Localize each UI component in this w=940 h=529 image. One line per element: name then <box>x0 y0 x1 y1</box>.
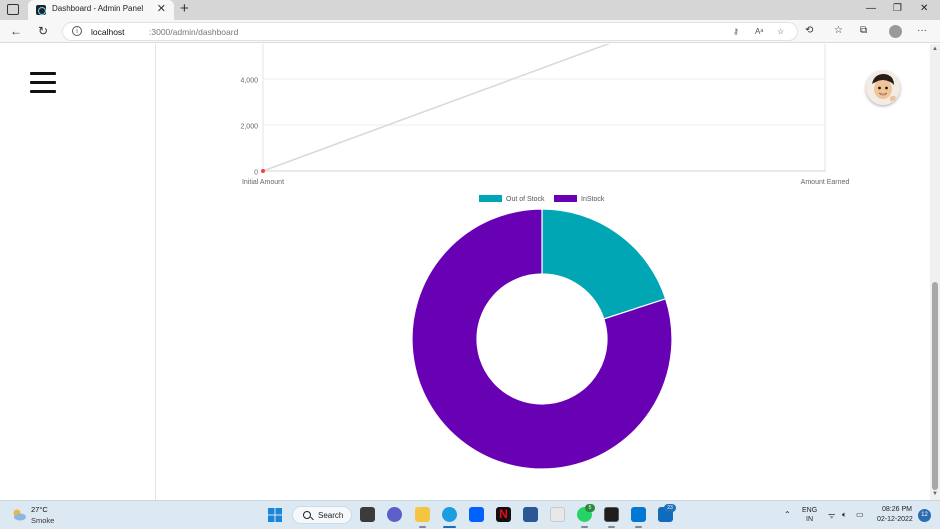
show-hidden-icons-chevron-icon[interactable]: ⌃ <box>784 510 791 519</box>
window-menu-icon[interactable] <box>7 4 19 15</box>
windows-start-icon[interactable] <box>268 508 282 522</box>
search-label: Search <box>318 511 344 520</box>
y-tick-label-0: 0 <box>254 170 258 177</box>
site-info-icon[interactable]: i <box>72 26 82 36</box>
user-avatar[interactable] <box>866 71 900 105</box>
collections-icon[interactable]: ⧉ <box>860 24 867 38</box>
calculator-icon[interactable] <box>523 507 538 522</box>
scroll-down-icon[interactable]: ▼ <box>932 491 938 497</box>
language-top[interactable]: ENG <box>802 507 817 514</box>
x-label-amount-earned: Amount Earned <box>801 179 850 186</box>
weather-temperature[interactable]: 27°C <box>31 505 48 514</box>
mail-badge: 23 <box>664 504 676 512</box>
scroll-up-icon[interactable]: ▲ <box>932 46 938 52</box>
notification-count-badge[interactable]: 12 <box>918 509 931 522</box>
clock-time[interactable]: 08:26 PM <box>882 506 912 513</box>
edge-browser-icon[interactable] <box>442 507 457 522</box>
file-explorer-icon[interactable] <box>415 507 430 522</box>
clock-date[interactable]: 02-12-2022 <box>877 516 913 523</box>
wifi-icon[interactable]: ᯤ <box>828 510 835 521</box>
weather-description[interactable]: Smoke <box>31 516 54 525</box>
taskbar-search[interactable]: Search <box>292 506 352 524</box>
refresh-icon[interactable]: ↻ <box>38 23 48 39</box>
whatsapp-badge: 5 <box>585 504 595 512</box>
tab-close-icon[interactable]: ✕ <box>157 2 166 16</box>
doughnut-chart <box>411 208 673 470</box>
extensions-icon[interactable]: ⟲ <box>805 24 813 38</box>
react-favicon-icon <box>36 5 46 15</box>
legend-label-instock[interactable]: InStock <box>581 196 605 203</box>
screen: Dashboard - Admin Panel ✕ + — ❐ ✕ ← ↻ i … <box>0 0 940 529</box>
terminal-icon[interactable] <box>604 507 619 522</box>
task-view-icon[interactable] <box>360 507 375 522</box>
vscode-running-indicator <box>635 526 642 528</box>
url-host: localhost <box>91 27 125 37</box>
paint-icon[interactable] <box>550 507 565 522</box>
browser-tab-active[interactable]: Dashboard - Admin Panel ✕ <box>28 0 174 20</box>
battery-icon[interactable]: ▭ <box>856 510 864 519</box>
legend-swatch-out-of-stock[interactable] <box>479 195 502 202</box>
address-bar[interactable]: i localhost :3000/admin/dashboard ⚷ Aᵃ ☆ <box>62 22 798 41</box>
profile-icon[interactable] <box>889 25 902 38</box>
line-chart: 4,000 2,000 0 Initial Amount Amount Earn… <box>240 44 849 186</box>
terminal-running-indicator <box>608 526 615 528</box>
netflix-icon[interactable]: N <box>496 507 511 522</box>
minimize-icon[interactable]: — <box>866 2 876 16</box>
back-arrow-icon[interactable]: ← <box>10 23 22 39</box>
doughnut-slice-out-of-stock[interactable] <box>541 208 667 320</box>
charts-canvas: 4,000 2,000 0 Initial Amount Amount Earn… <box>240 44 849 470</box>
y-tick-label-4000: 4,000 <box>240 78 258 85</box>
url-path: :3000/admin/dashboard <box>149 27 239 37</box>
dashboard-page: 4,000 2,000 0 Initial Amount Amount Earn… <box>0 44 930 500</box>
weather-cloud-icon[interactable] <box>11 508 27 522</box>
x-label-initial-amount: Initial Amount <box>242 179 284 186</box>
vscode-icon[interactable] <box>631 507 646 522</box>
browser-tabstrip: Dashboard - Admin Panel ✕ + — ❐ ✕ <box>0 0 940 20</box>
volume-icon[interactable]: 🔈︎ <box>842 510 847 520</box>
browser-toolbar: ← ↻ i localhost :3000/admin/dashboard ⚷ … <box>0 20 940 43</box>
language-bottom[interactable]: IN <box>806 516 813 523</box>
file-explorer-running-indicator <box>419 526 426 528</box>
favorites-icon[interactable]: ☆ <box>834 24 843 38</box>
edge-active-indicator <box>443 526 456 528</box>
favorite-star-icon[interactable]: ☆ <box>777 27 784 36</box>
teams-chat-icon[interactable] <box>387 507 402 522</box>
line-series-path <box>262 44 610 172</box>
page-scrollbar[interactable]: ▲ ▼ <box>930 44 940 500</box>
y-tick-label-2000: 2,000 <box>240 124 258 131</box>
legend-swatch-instock[interactable] <box>554 195 577 202</box>
line-point-0[interactable] <box>261 169 265 173</box>
dropbox-icon[interactable] <box>469 507 484 522</box>
window-close-icon[interactable]: ✕ <box>920 2 928 16</box>
password-key-icon[interactable]: ⚷ <box>733 27 739 36</box>
more-options-icon[interactable]: ··· <box>917 24 927 38</box>
line-chart-gridlines <box>263 78 825 172</box>
doughnut-legend: Out of Stock InStock <box>479 195 605 203</box>
line-chart-series <box>261 44 610 173</box>
tab-title: Dashboard - Admin Panel <box>52 4 144 13</box>
scroll-thumb[interactable] <box>932 282 938 490</box>
windows-taskbar: 27°C Smoke Search N 5 23 ⌃ ENG IN ᯤ 🔈︎ ▭… <box>0 500 940 529</box>
whatsapp-running-indicator <box>581 526 588 528</box>
memoji-face-icon <box>866 71 900 105</box>
legend-label-out-of-stock[interactable]: Out of Stock <box>506 196 545 203</box>
read-aloud-icon[interactable]: Aᵃ <box>755 27 763 36</box>
restore-icon[interactable]: ❐ <box>893 2 902 16</box>
search-icon <box>303 511 311 519</box>
new-tab-button[interactable]: + <box>180 0 189 18</box>
